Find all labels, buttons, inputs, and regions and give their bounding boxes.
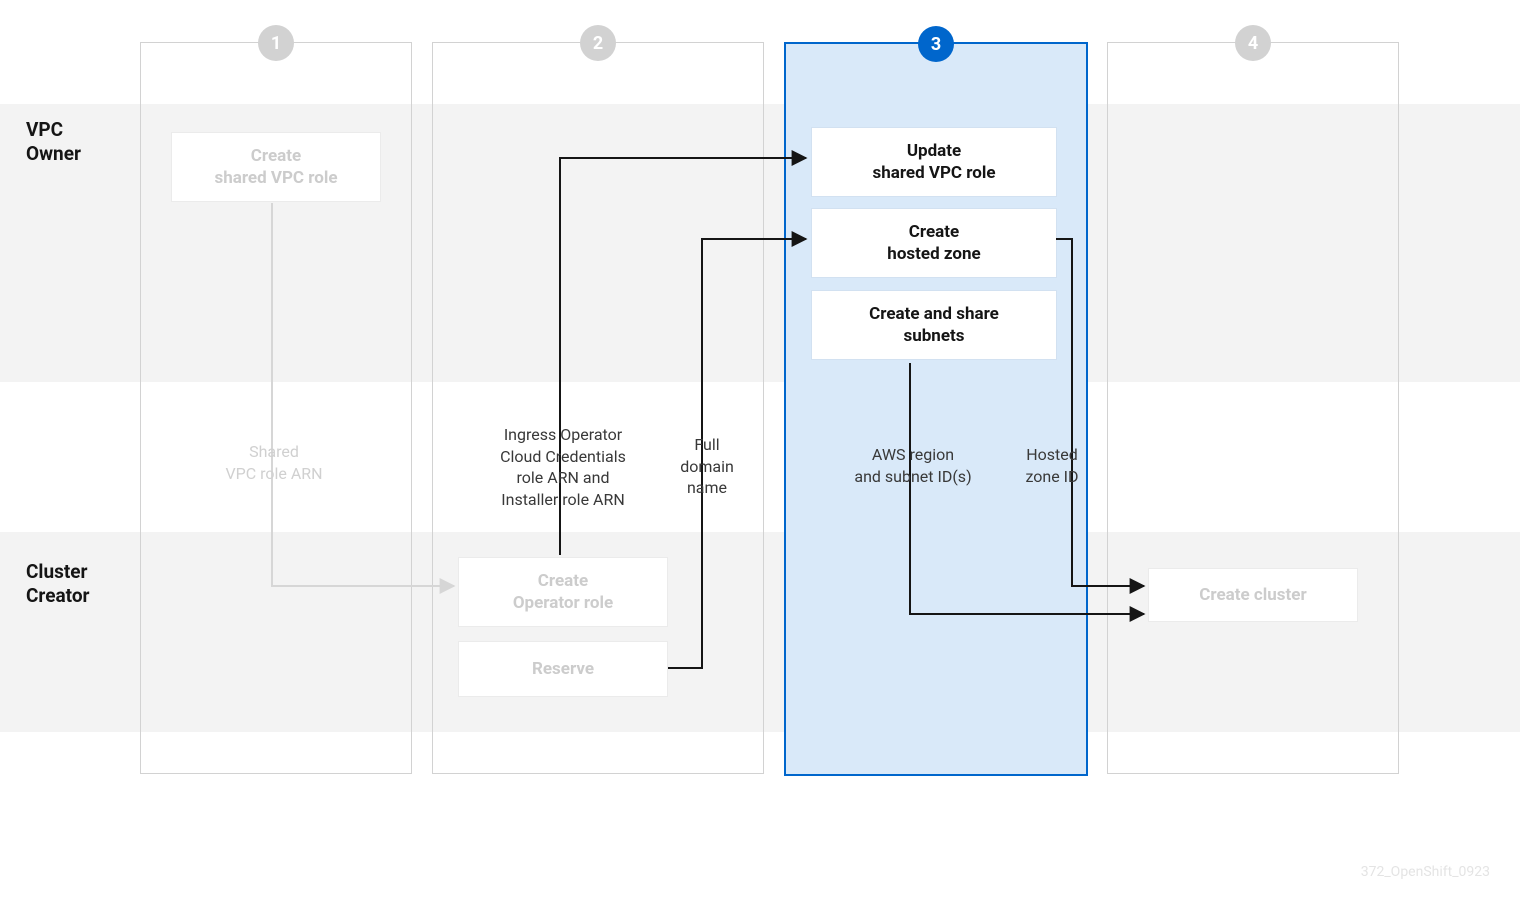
diagram-canvas: VPC Owner Cluster Creator 1 2 3 4 Create… xyxy=(0,0,1520,904)
flow-label-shared-vpc-role-arn: Shared VPC role ARN xyxy=(214,441,334,484)
flow-label-hosted-zone-id: Hosted zone ID xyxy=(1012,444,1092,487)
flow-label-ingress-operator: Ingress Operator Cloud Credentials role … xyxy=(478,424,648,510)
watermark: 372_OpenShift_0923 xyxy=(1361,864,1490,880)
flow-label-full-domain-name: Full domain name xyxy=(672,434,742,499)
flow-label-aws-region-subnets: AWS region and subnet ID(s) xyxy=(838,444,988,487)
